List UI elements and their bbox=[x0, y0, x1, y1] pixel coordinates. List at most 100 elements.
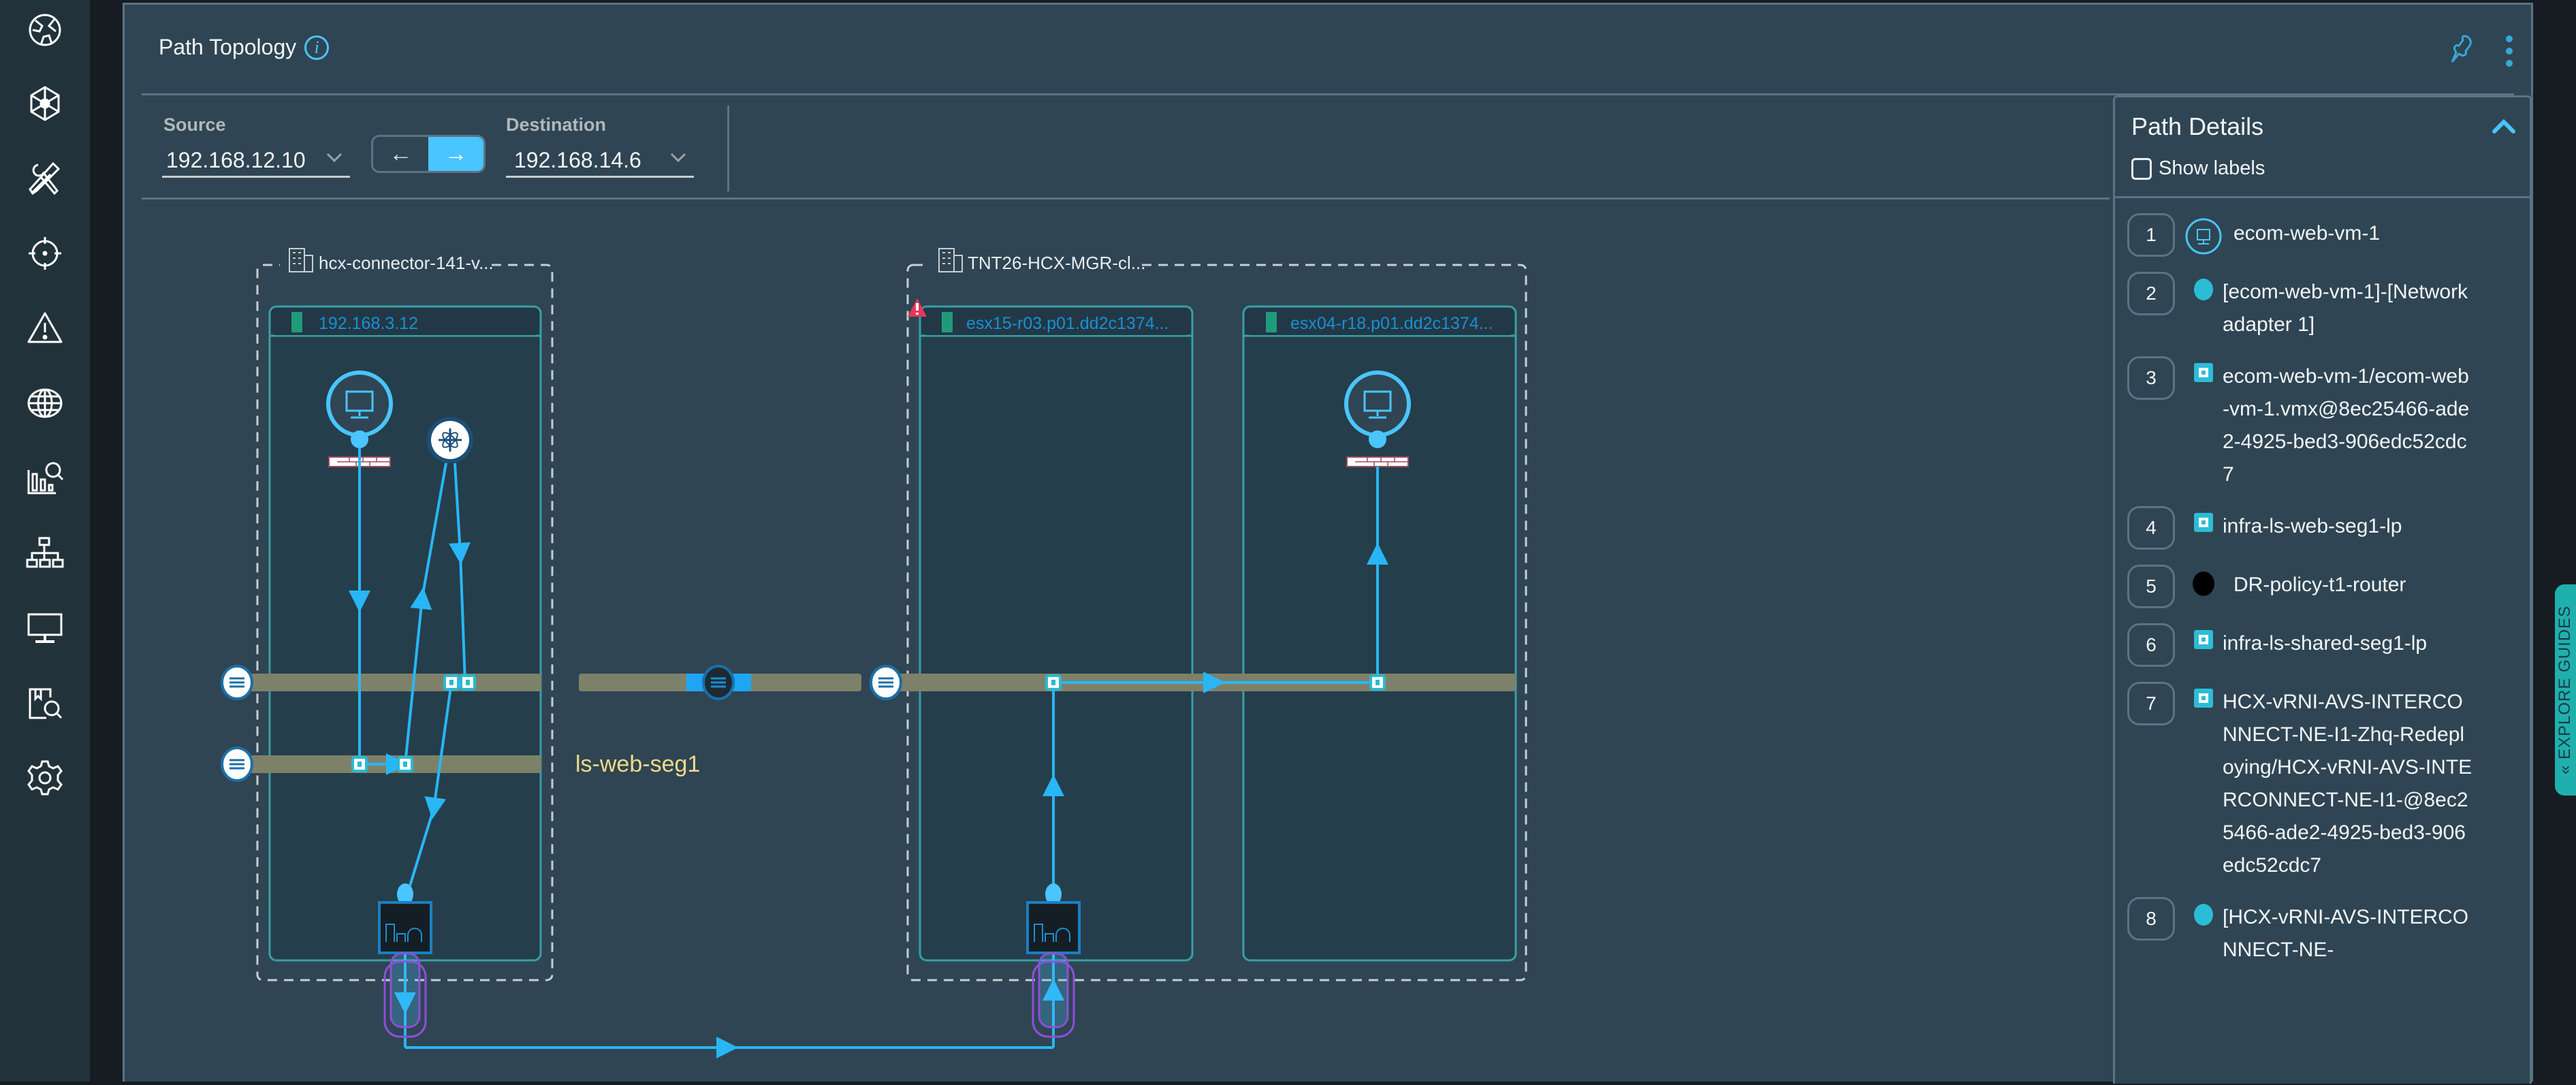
step-text: [ecom-web-vm-1]-[Network adapter 1] bbox=[2223, 281, 2468, 336]
show-labels-toggle[interactable]: Show labels bbox=[2131, 157, 2265, 180]
step-number: 3 bbox=[2127, 356, 2175, 400]
path-step[interactable]: 3 ecom-web-vm-1/ecom-web-vm-1.vmx@8ec254… bbox=[2127, 356, 2522, 491]
source-select[interactable]: 192.168.12.10 bbox=[162, 144, 350, 178]
sidebar bbox=[0, 0, 90, 1082]
step-text: infra-ls-shared-seg1-lp bbox=[2223, 632, 2428, 655]
hierarchy-icon bbox=[26, 537, 64, 568]
show-labels-checkbox[interactable] bbox=[2131, 157, 2152, 180]
path-step[interactable]: 6 infra-ls-shared-seg1-lp bbox=[2127, 623, 2522, 667]
host-box-1[interactable]: 192.168.3.12 bbox=[268, 305, 542, 962]
host-name-1[interactable]: 192.168.3.12 bbox=[319, 314, 418, 333]
sidebar-item-topology[interactable] bbox=[23, 531, 67, 575]
step-number: 8 bbox=[2127, 897, 2175, 941]
path-step[interactable]: 2 [ecom-web-vm-1]-[Network adapter 1] bbox=[2127, 272, 2522, 341]
direction-toggle: ← → bbox=[371, 135, 486, 173]
alert-icon bbox=[27, 312, 63, 343]
step-text: ecom-web-vm-1/ecom-web-vm-1.vmx@8ec25466… bbox=[2223, 365, 2470, 486]
globe-segments-icon bbox=[29, 14, 61, 46]
path-step[interactable]: 5 DR-policy-t1-router bbox=[2127, 565, 2522, 608]
site-name-2[interactable]: TNT26-HCX-MGR-cl... bbox=[968, 253, 1145, 273]
chevron-down-icon bbox=[670, 153, 686, 163]
path-step[interactable]: 8 [HCX-vRNI-AVS-INTERCONNECT-NE- bbox=[2127, 897, 2522, 966]
path-step[interactable]: 1 ecom-web-vm-1 bbox=[2127, 213, 2522, 257]
pin-icon[interactable] bbox=[2447, 33, 2477, 63]
chevron-up-icon[interactable] bbox=[2490, 115, 2517, 137]
step-text: DR-policy-t1-router bbox=[2233, 573, 2406, 596]
host-name-2[interactable]: esx15-r03.p01.dd2c1374... bbox=[966, 314, 1168, 333]
sidebar-item-discover[interactable] bbox=[23, 232, 67, 275]
sidebar-item-vm[interactable] bbox=[23, 606, 67, 650]
direction-forward-button[interactable]: → bbox=[428, 137, 483, 171]
site-name-1[interactable]: hcx-connector-141-v... bbox=[319, 253, 494, 273]
switch-icon[interactable] bbox=[221, 665, 253, 700]
step-number: 5 bbox=[2127, 565, 2175, 608]
sidebar-item-alerts[interactable] bbox=[23, 306, 67, 350]
step-number: 7 bbox=[2127, 682, 2175, 725]
explore-guides-label: « EXPLORE GUIDES bbox=[2556, 605, 2575, 775]
tunnel-icon[interactable] bbox=[1032, 952, 1075, 1038]
host-server-icon bbox=[942, 312, 953, 332]
path-step[interactable]: 7 HCX-vRNI-AVS-INTERCONNECT-NE-I1-Zhq-Re… bbox=[2127, 682, 2522, 882]
host-server-icon bbox=[291, 312, 302, 332]
explore-guides-tab[interactable]: « EXPLORE GUIDES bbox=[2555, 584, 2576, 796]
tools-icon bbox=[29, 161, 61, 195]
sidebar-item-network-insights[interactable] bbox=[23, 82, 67, 125]
port-icon bbox=[2194, 630, 2213, 649]
step-number: 2 bbox=[2127, 272, 2175, 315]
sidebar-item-home[interactable] bbox=[23, 8, 67, 52]
sidebar-item-troubleshoot[interactable] bbox=[23, 157, 67, 200]
sidebar-item-settings[interactable] bbox=[23, 756, 67, 800]
controls-separator bbox=[727, 106, 729, 191]
host-box-2[interactable]: esx15-r03.p01.dd2c1374... bbox=[908, 298, 1194, 962]
network-mesh-icon bbox=[30, 86, 60, 121]
switch-icon[interactable] bbox=[870, 665, 902, 700]
direction-reverse-button[interactable]: ← bbox=[373, 137, 428, 171]
topology-canvas[interactable]: hcx-connector-141-v... TNT26-HCX-MGR-cl.… bbox=[125, 200, 2113, 1085]
path-controls: Source 192.168.12.10 ← → Destination 192… bbox=[142, 95, 2110, 200]
host-server-icon bbox=[1266, 312, 1277, 332]
gear-icon bbox=[27, 760, 63, 796]
port-icon bbox=[2194, 363, 2213, 382]
port-icon bbox=[2194, 689, 2213, 708]
step-text: [HCX-vRNI-AVS-INTERCONNECT-NE- bbox=[2223, 906, 2469, 961]
step-text: HCX-vRNI-AVS-INTERCONNECT-NE-I1-Zhq-Rede… bbox=[2223, 691, 2472, 877]
step-number: 4 bbox=[2127, 506, 2175, 550]
library-search-icon bbox=[29, 688, 63, 719]
firewall-icon bbox=[1346, 456, 1409, 467]
port-node[interactable] bbox=[351, 756, 368, 772]
page-title-text: Path Topology bbox=[159, 35, 297, 59]
segment-bar-shared-left[interactable] bbox=[234, 674, 541, 691]
step-number: 1 bbox=[2127, 213, 2175, 257]
explore-guides-text: EXPLORE GUIDES bbox=[2556, 605, 2575, 760]
path-step[interactable]: 4 infra-ls-web-seg1-lp bbox=[2127, 506, 2522, 550]
nic-icon bbox=[2194, 904, 2213, 926]
destination-select[interactable]: 192.168.14.6 bbox=[506, 144, 694, 178]
chevron-down-icon bbox=[326, 153, 343, 163]
source-label: Source bbox=[163, 114, 226, 135]
sidebar-item-analytics[interactable] bbox=[23, 456, 67, 500]
switch-icon[interactable] bbox=[221, 746, 253, 782]
port-node[interactable] bbox=[1369, 674, 1386, 691]
monitor-icon bbox=[27, 613, 63, 643]
path-details-title: Path Details bbox=[2131, 112, 2264, 140]
port-node[interactable] bbox=[460, 674, 476, 691]
crosshair-icon bbox=[29, 237, 61, 270]
switch-icon[interactable] bbox=[702, 665, 735, 700]
sidebar-item-network[interactable] bbox=[23, 381, 67, 425]
port-node[interactable] bbox=[1045, 674, 1062, 691]
port-node[interactable] bbox=[443, 674, 460, 691]
host-name-3[interactable]: esx04-r18.p01.dd2c1374... bbox=[1290, 314, 1493, 333]
segment-label[interactable]: ls-web-seg1 bbox=[575, 751, 700, 777]
tunnel-icon[interactable] bbox=[383, 952, 427, 1038]
info-icon[interactable]: i bbox=[304, 35, 330, 60]
port-icon bbox=[2194, 513, 2213, 532]
destination-label: Destination bbox=[506, 114, 607, 135]
globe-icon bbox=[27, 388, 63, 418]
step-text: ecom-web-vm-1 bbox=[2233, 222, 2381, 245]
more-options-icon[interactable] bbox=[2502, 35, 2516, 67]
show-labels-label: Show labels bbox=[2159, 157, 2265, 179]
port-node[interactable] bbox=[397, 756, 413, 772]
sidebar-item-search[interactable] bbox=[23, 681, 67, 725]
router-node[interactable] bbox=[427, 417, 473, 463]
source-value: 192.168.12.10 bbox=[166, 147, 306, 172]
